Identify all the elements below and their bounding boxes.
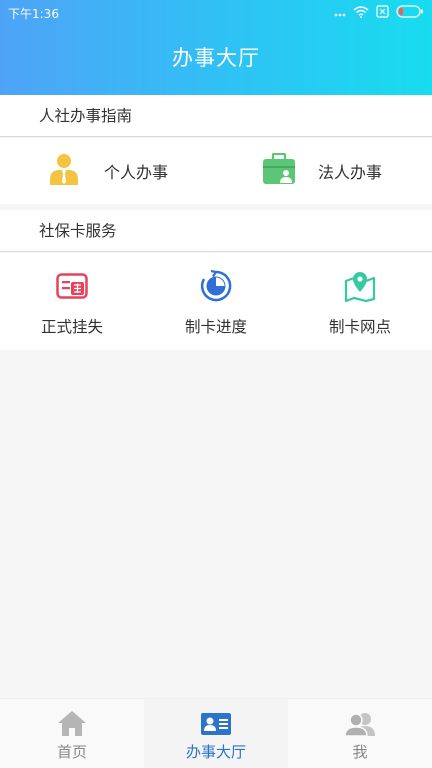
card-progress-button[interactable]: 制卡进度	[156, 269, 276, 337]
status-bar: 下午1:36	[8, 4, 424, 22]
guide-row: 个人办事 法人办事	[0, 138, 432, 204]
guide-section-title: 人社办事指南	[0, 95, 432, 137]
tab-home-label: 首页	[56, 743, 87, 761]
personal-affairs-button[interactable]: 个人办事	[48, 138, 168, 204]
page-title: 办事大厅	[172, 46, 260, 70]
person-icon	[48, 152, 80, 190]
card-section-title: 社保卡服务	[0, 210, 432, 252]
tab-home[interactable]: 首页	[0, 699, 144, 768]
service-outlets-label: 制卡网点	[328, 318, 391, 336]
app-header: 下午1:36 办事大厅	[0, 0, 432, 95]
report-loss-button[interactable]: 正式挂失	[12, 269, 132, 337]
personal-affairs-label: 个人办事	[104, 163, 169, 182]
bottom-tabbar: 首页 办事大厅 我	[0, 698, 432, 768]
report-loss-icon	[12, 269, 132, 303]
map-pin-icon	[300, 269, 420, 303]
tab-me-label: 我	[352, 743, 368, 761]
user-group-icon	[288, 699, 432, 737]
tab-service-hall-label: 办事大厅	[185, 743, 246, 761]
status-time: 下午1:36	[8, 6, 59, 21]
briefcase-person-icon	[262, 152, 296, 189]
tab-me[interactable]: 我	[288, 699, 432, 768]
dots-icon	[334, 6, 346, 20]
tab-service-hall[interactable]: 办事大厅	[144, 699, 288, 768]
progress-icon	[156, 269, 276, 303]
home-icon	[0, 699, 144, 737]
corporate-affairs-button[interactable]: 法人办事	[262, 138, 382, 204]
no-sim-icon	[376, 5, 389, 21]
card-services-row: 正式挂失 制卡进度 制卡网点	[0, 253, 432, 350]
report-loss-label: 正式挂失	[40, 318, 103, 336]
id-card-icon	[144, 699, 288, 737]
battery-icon	[396, 5, 424, 21]
service-outlets-button[interactable]: 制卡网点	[300, 269, 420, 337]
card-progress-label: 制卡进度	[184, 318, 247, 336]
wifi-icon	[353, 5, 369, 21]
corporate-affairs-label: 法人办事	[318, 163, 383, 182]
